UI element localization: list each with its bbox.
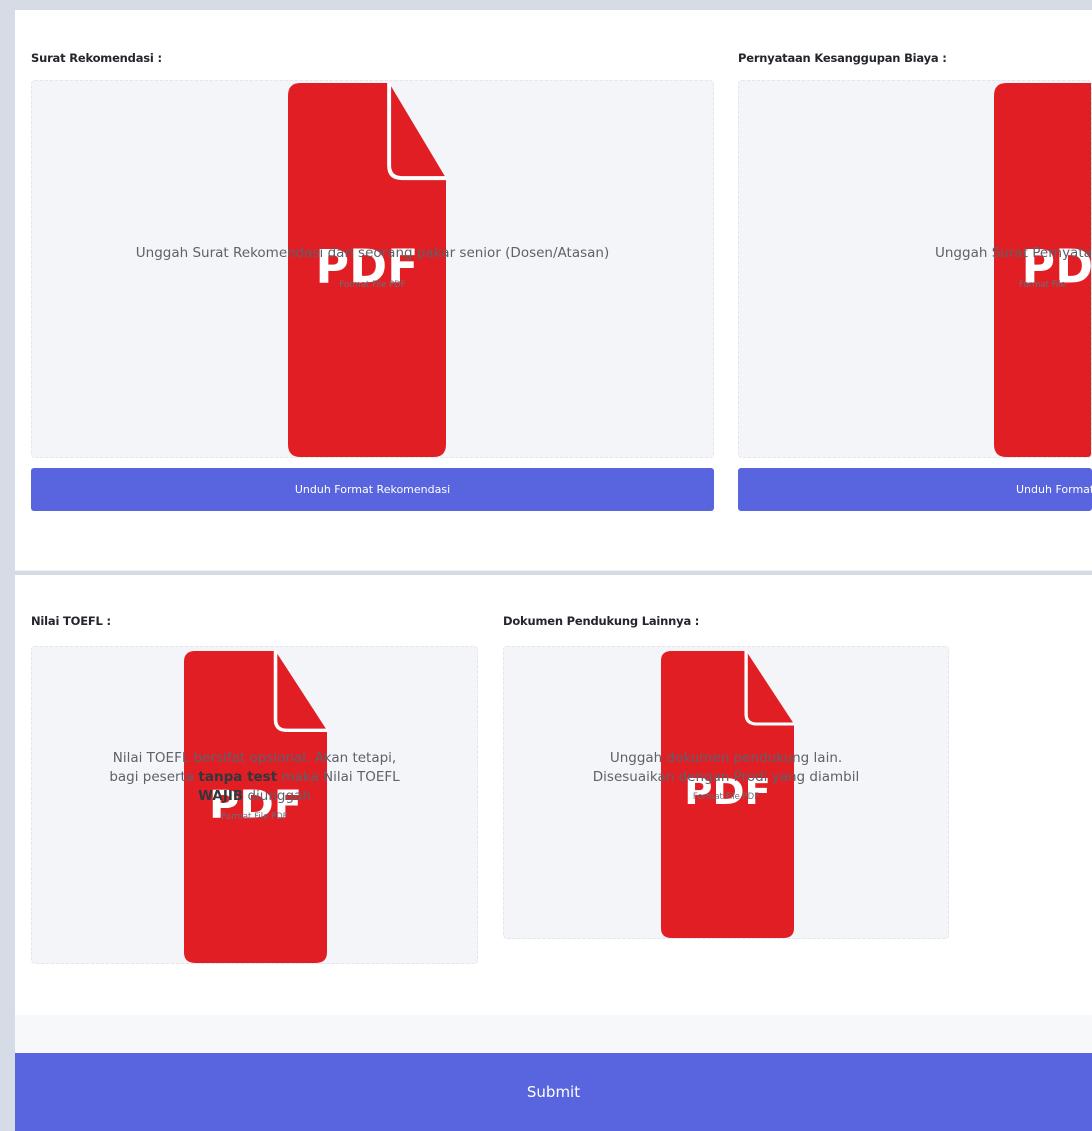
download-biaya-format-button[interactable]: Unduh Format P xyxy=(738,468,1092,511)
toefl-format-hint: Format File PDF xyxy=(221,812,288,822)
submit-button[interactable]: Submit xyxy=(15,1053,1092,1131)
rekomendasi-upload-text: Unggah Surat Rekomendasi dari seorang pa… xyxy=(135,245,610,261)
toefl-dropzone[interactable]: PDF Nilai TOEFL bersifat opsional. Akan … xyxy=(31,646,478,964)
pdf-file-icon: PDF xyxy=(184,651,327,963)
pdf-file-icon: PDF xyxy=(288,83,446,457)
pendukung-label: Dokumen Pendukung Lainnya : xyxy=(503,614,700,628)
rekomendasi-format-hint: Format File PDF xyxy=(339,280,406,290)
pendukung-dropzone[interactable]: PDF Unggah dokumen pendukung lain. Dises… xyxy=(503,646,949,939)
toefl-label: Nilai TOEFL : xyxy=(31,614,111,628)
biaya-format-hint: Format File xyxy=(1019,280,1066,290)
pendukung-format-hint: Format File PDF xyxy=(692,792,760,802)
panel-footer-strip xyxy=(15,1015,1092,1053)
rekomendasi-dropzone[interactable]: PDF Unggah Surat Rekomendasi dari seoran… xyxy=(31,80,714,458)
pdf-file-icon: PDF xyxy=(994,83,1091,457)
pendukung-upload-text: Unggah dokumen pendukung lain. Disesuaik… xyxy=(592,750,860,785)
rekomendasi-label: Surat Rekomendasi : xyxy=(31,51,162,65)
biaya-dropzone[interactable]: PDF Unggah Surat Pernyataan Format File xyxy=(738,80,1092,458)
biaya-upload-text: Unggah Surat Pernyataan xyxy=(935,245,1092,261)
download-rekomendasi-format-button[interactable]: Unduh Format Rekomendasi xyxy=(31,468,714,511)
biaya-label: Pernyataan Kesanggupan Biaya : xyxy=(738,51,947,65)
toefl-upload-text: Nilai TOEFL bersifat opsional. Akan teta… xyxy=(109,750,400,804)
